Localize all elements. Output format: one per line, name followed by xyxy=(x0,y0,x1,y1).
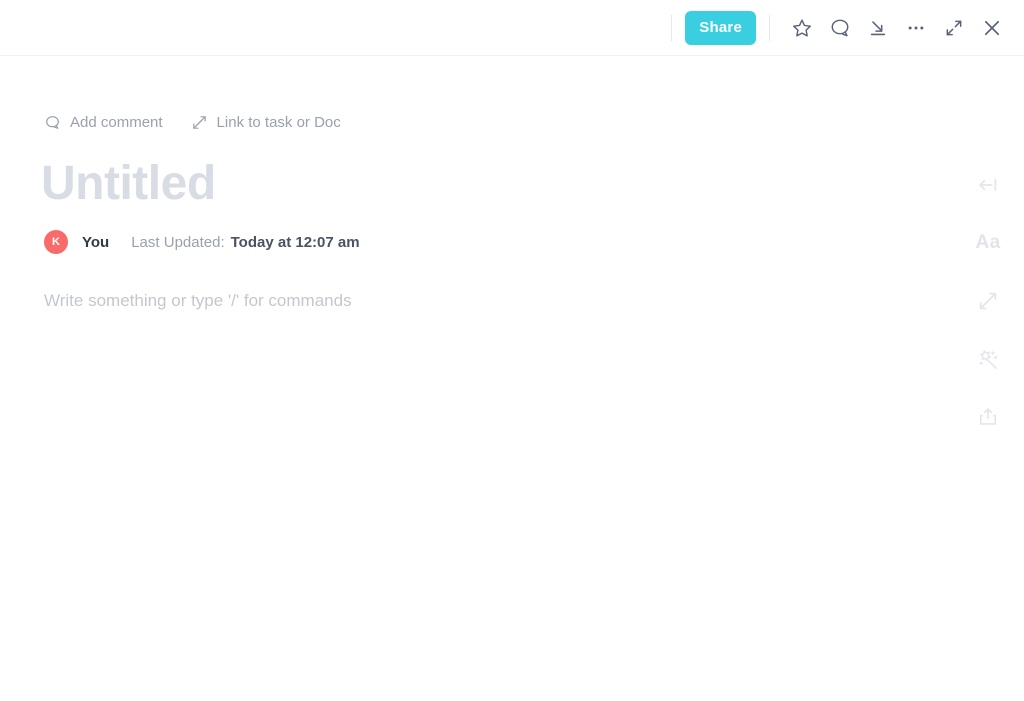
star-icon[interactable] xyxy=(783,9,821,47)
download-icon[interactable] xyxy=(859,9,897,47)
add-comment-label: Add comment xyxy=(70,113,163,131)
toolbar-divider-left xyxy=(671,14,673,41)
link-to-task-button[interactable]: Link to task or Doc xyxy=(191,114,341,131)
toolbar-actions: Share xyxy=(658,0,1024,56)
relationship-icon[interactable] xyxy=(971,284,1005,318)
link-to-task-label: Link to task or Doc xyxy=(216,113,341,131)
page-title[interactable]: Untitled xyxy=(41,156,1024,212)
avatar[interactable]: K xyxy=(44,230,68,254)
collapse-panel-icon[interactable] xyxy=(971,168,1005,202)
author-name: You xyxy=(82,233,110,251)
top-toolbar: Share xyxy=(0,0,1024,56)
document-area: Add comment Link to task or Doc Untitled… xyxy=(0,56,1024,701)
upload-icon[interactable] xyxy=(971,400,1005,434)
more-icon[interactable] xyxy=(897,9,935,47)
document-content: Add comment Link to task or Doc Untitled… xyxy=(0,56,1024,311)
toolbar-divider-right xyxy=(769,14,770,41)
magic-wand-icon[interactable] xyxy=(971,342,1005,376)
relationship-icon xyxy=(191,114,208,131)
last-updated-value: Today at 12:07 am xyxy=(230,233,360,251)
last-updated-label: Last Updated: xyxy=(131,233,225,251)
add-comment-button[interactable]: Add comment xyxy=(44,114,163,131)
document-meta-row: K You Last Updated: Today at 12:07 am xyxy=(44,229,1024,255)
comment-bubble-icon xyxy=(44,114,61,131)
document-body-input[interactable]: Write something or type '/' for commands xyxy=(44,291,1024,311)
document-actions-row: Add comment Link to task or Doc xyxy=(44,110,1024,134)
comment-icon[interactable] xyxy=(821,9,859,47)
expand-icon[interactable] xyxy=(935,9,973,47)
close-icon[interactable] xyxy=(973,9,1011,47)
font-icon[interactable]: Aa xyxy=(971,226,1005,260)
share-button[interactable]: Share xyxy=(685,10,756,45)
right-tool-rail: Aa xyxy=(962,168,1014,434)
